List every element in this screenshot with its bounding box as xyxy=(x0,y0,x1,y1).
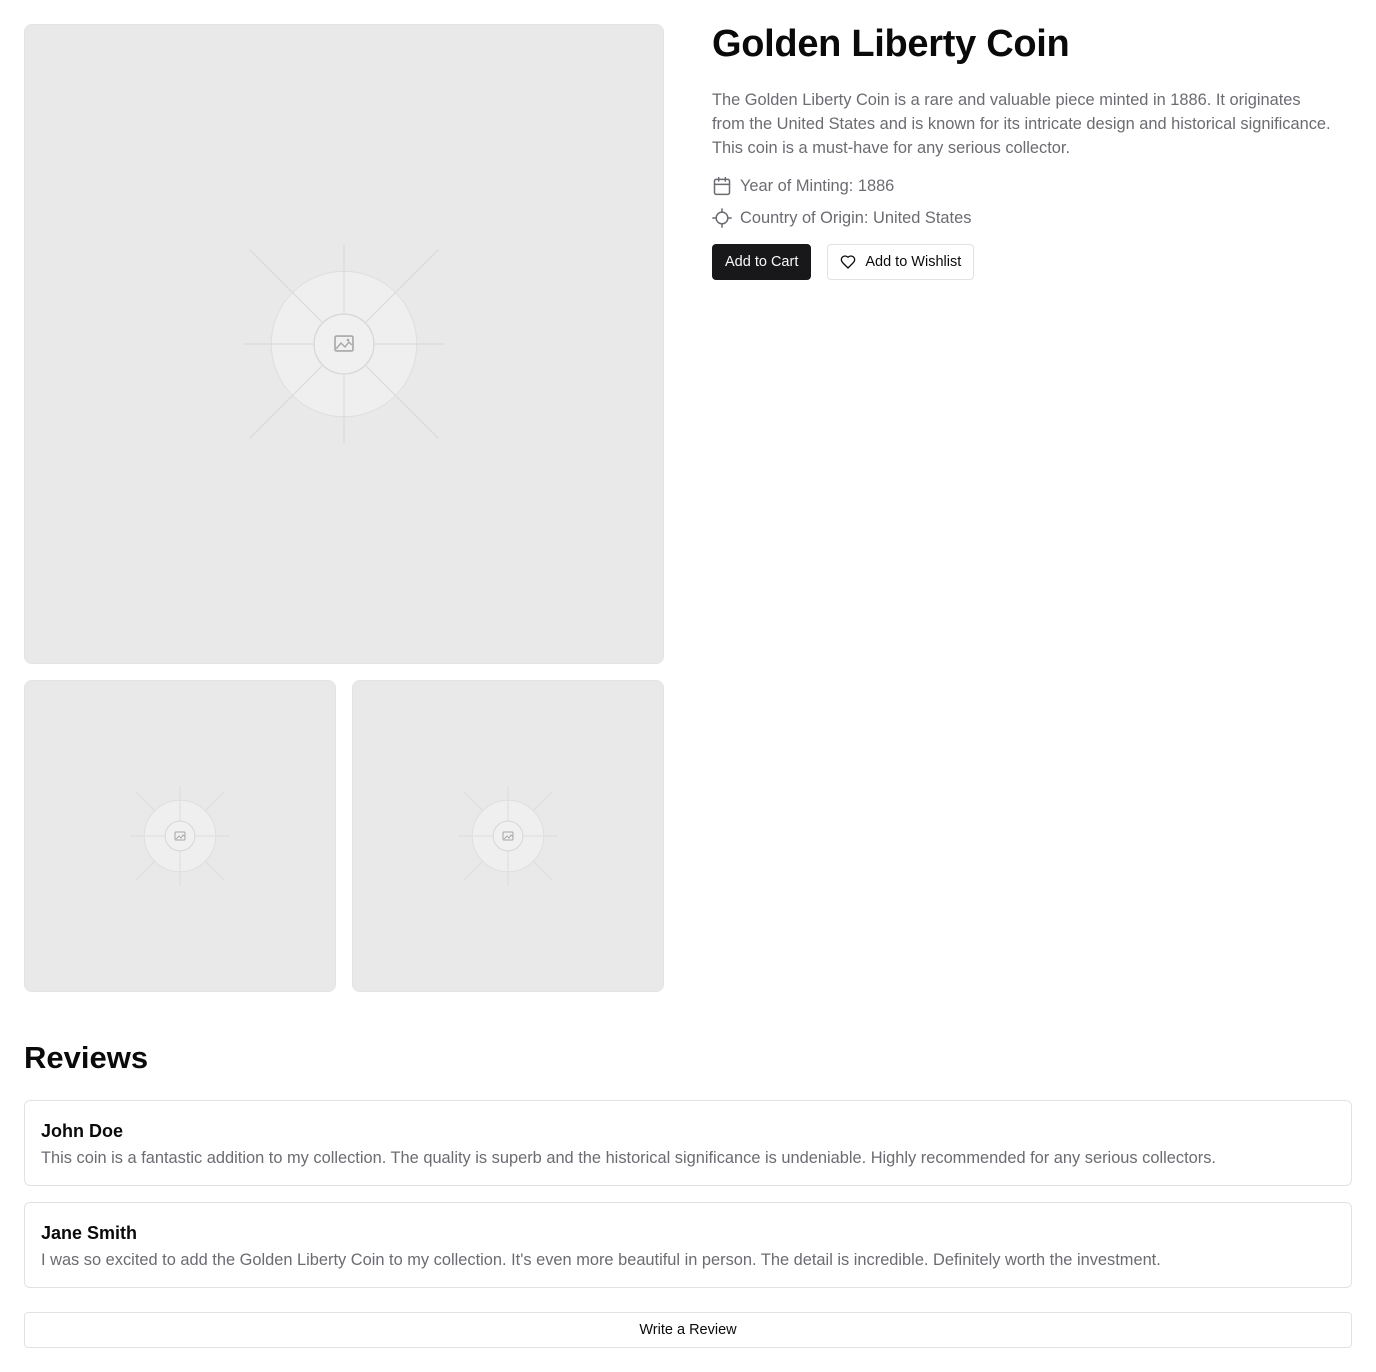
review-card: Jane Smith I was so excited to add the G… xyxy=(24,1202,1352,1288)
product-description: The Golden Liberty Coin is a rare and va… xyxy=(712,91,1331,157)
calendar-icon xyxy=(712,176,732,196)
add-to-wishlist-button[interactable]: Add to Wishlist xyxy=(827,244,975,280)
add-to-wishlist-label: Add to Wishlist xyxy=(865,254,962,270)
image-placeholder-icon xyxy=(244,244,444,444)
image-placeholder-icon xyxy=(130,786,230,886)
image-placeholder-icon xyxy=(458,786,558,886)
review-card: John Doe This coin is a fantastic additi… xyxy=(24,1100,1352,1186)
crosshair-icon xyxy=(712,208,732,228)
product-main-image[interactable] xyxy=(24,24,664,664)
review-text: I was so excited to add the Golden Liber… xyxy=(41,1251,1161,1269)
product-title: Golden Liberty Coin xyxy=(712,23,1070,65)
reviewer-name: Jane Smith xyxy=(41,1223,138,1243)
country-label: Country of Origin: United States xyxy=(740,208,972,227)
add-to-cart-button[interactable]: Add to Cart xyxy=(712,244,812,280)
product-actions: Add to Cart Add to Wishlist xyxy=(712,244,1352,280)
product-info: Golden Liberty Coin The Golden Liberty C… xyxy=(712,24,1352,280)
reviews-heading: Reviews xyxy=(24,1040,149,1075)
year-of-minting: Year of Minting: 1886 xyxy=(712,176,1352,196)
product-thumbnail[interactable] xyxy=(352,680,664,992)
country-of-origin: Country of Origin: United States xyxy=(712,208,1352,228)
year-label: Year of Minting: 1886 xyxy=(740,176,895,195)
product-thumbnail[interactable] xyxy=(24,680,336,992)
write-review-button[interactable]: Write a Review xyxy=(24,1312,1352,1348)
review-text: This coin is a fantastic addition to my … xyxy=(41,1149,1216,1167)
reviewer-name: John Doe xyxy=(41,1121,124,1141)
heart-icon xyxy=(841,255,856,269)
